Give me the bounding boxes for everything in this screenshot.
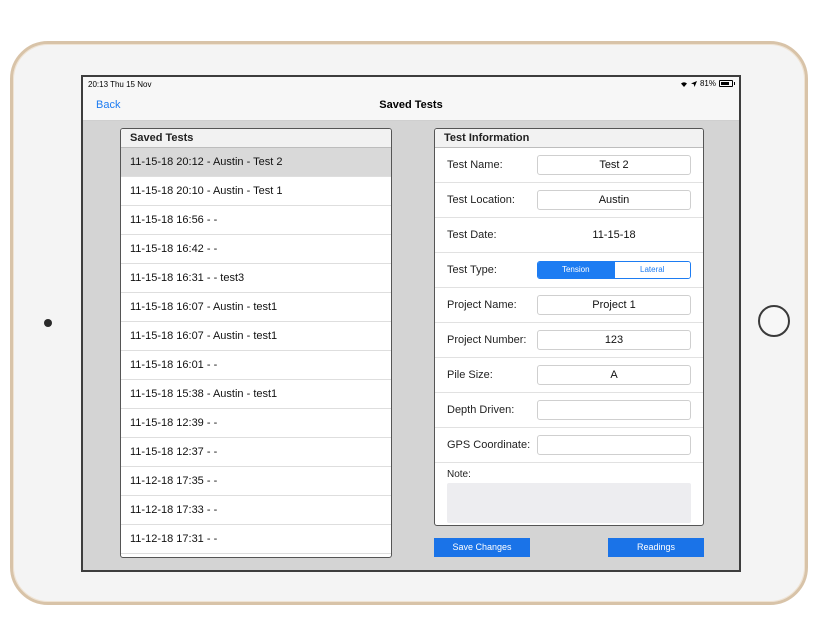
test-information-panel: Test Information Test Name: Test 2 Test … xyxy=(434,128,704,526)
saved-test-row[interactable]: 11-15-18 16:07 - Austin - test1 xyxy=(121,293,391,322)
navigation-bar: Back Saved Tests xyxy=(83,91,739,121)
saved-tests-rows: 11-15-18 20:12 - Austin - Test 2 11-15-18… xyxy=(121,148,391,554)
project-name-field[interactable]: Project 1 xyxy=(537,295,691,315)
saved-test-row[interactable]: 11-15-18 20:10 - Austin - Test 1 xyxy=(121,177,391,206)
status-indicators: 81% xyxy=(680,79,735,88)
saved-test-row[interactable]: 11-12-18 17:31 - - xyxy=(121,525,391,554)
gps-coordinate-row: GPS Coordinate: xyxy=(435,428,703,463)
gps-coordinate-field[interactable] xyxy=(537,435,691,455)
gps-coordinate-label: GPS Coordinate: xyxy=(447,439,531,451)
pile-size-label: Pile Size: xyxy=(447,369,493,381)
project-name-row: Project Name: Project 1 xyxy=(435,288,703,323)
saved-test-row[interactable]: 11-12-18 17:33 - - xyxy=(121,496,391,525)
project-number-row: Project Number: 123 xyxy=(435,323,703,358)
saved-test-row[interactable]: 11-15-18 20:12 - Austin - Test 2 xyxy=(121,148,391,177)
pile-size-field[interactable]: A xyxy=(537,365,691,385)
location-arrow-icon xyxy=(690,80,697,87)
project-number-field[interactable]: 123 xyxy=(537,330,691,350)
saved-test-row[interactable]: 11-15-18 16:56 - - xyxy=(121,206,391,235)
test-location-row: Test Location: Austin xyxy=(435,183,703,218)
pile-size-row: Pile Size: A xyxy=(435,358,703,393)
note-row: Note: xyxy=(435,463,703,523)
saved-test-row[interactable]: 11-15-18 16:07 - Austin - test1 xyxy=(121,322,391,351)
saved-test-row[interactable]: 11-15-18 16:31 - - test3 xyxy=(121,264,391,293)
project-number-label: Project Number: xyxy=(447,334,527,346)
status-bar: 20:13 Thu 15 Nov 81% xyxy=(83,77,739,91)
page-title: Saved Tests xyxy=(379,99,443,111)
saved-test-row[interactable]: 11-15-18 12:37 - - xyxy=(121,438,391,467)
test-type-row: Test Type: Tension Lateral xyxy=(435,253,703,288)
test-information-header: Test Information xyxy=(435,129,703,148)
test-location-field[interactable]: Austin xyxy=(537,190,691,210)
save-changes-button[interactable]: Save Changes xyxy=(434,538,530,557)
app-screen: 20:13 Thu 15 Nov 81% Back Saved Tests Sa… xyxy=(81,75,741,572)
saved-test-row[interactable]: 11-15-18 16:01 - - xyxy=(121,351,391,380)
test-type-tension-segment[interactable]: Tension xyxy=(538,262,614,278)
home-button[interactable] xyxy=(758,305,790,337)
note-textarea[interactable] xyxy=(447,483,691,523)
battery-fill xyxy=(721,82,730,85)
project-name-label: Project Name: xyxy=(447,299,517,311)
saved-test-row[interactable]: 11-12-18 17:35 - - xyxy=(121,467,391,496)
saved-test-row[interactable]: 11-15-18 12:39 - - xyxy=(121,409,391,438)
wifi-icon xyxy=(680,81,687,87)
test-location-label: Test Location: xyxy=(447,194,515,206)
depth-driven-field[interactable] xyxy=(537,400,691,420)
battery-percent: 81% xyxy=(699,79,716,88)
readings-button[interactable]: Readings xyxy=(608,538,704,557)
test-date-row: Test Date: 11-15-18 xyxy=(435,218,703,253)
front-camera xyxy=(44,319,52,327)
test-date-label: Test Date: xyxy=(447,229,497,241)
test-name-label: Test Name: xyxy=(447,159,503,171)
test-name-row: Test Name: Test 2 xyxy=(435,148,703,183)
saved-test-row[interactable]: 11-15-18 16:42 - - xyxy=(121,235,391,264)
test-type-lateral-segment[interactable]: Lateral xyxy=(613,262,690,278)
saved-tests-header: Saved Tests xyxy=(121,129,391,148)
status-time: 20:13 Thu 15 Nov xyxy=(88,80,152,89)
saved-tests-list: Saved Tests 11-15-18 20:12 - Austin - Te… xyxy=(120,128,392,558)
note-label: Note: xyxy=(447,469,471,480)
test-date-value: 11-15-18 xyxy=(592,229,636,241)
depth-driven-row: Depth Driven: xyxy=(435,393,703,428)
depth-driven-label: Depth Driven: xyxy=(447,404,515,416)
saved-test-row[interactable]: 11-15-18 15:38 - Austin - test1 xyxy=(121,380,391,409)
battery-icon xyxy=(719,80,735,87)
test-type-segmented-control: Tension Lateral xyxy=(537,261,691,279)
test-type-label: Test Type: xyxy=(447,264,497,276)
test-name-field[interactable]: Test 2 xyxy=(537,155,691,175)
